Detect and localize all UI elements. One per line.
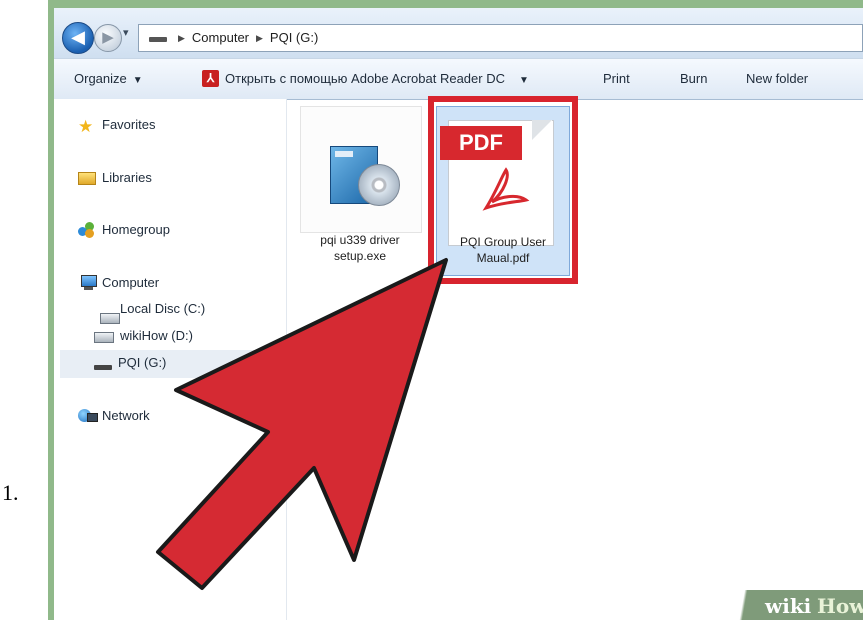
pointer-arrow-icon	[156, 258, 448, 590]
wikihow-watermark: wiki How	[731, 590, 863, 620]
watermark-wiki: wiki	[765, 594, 812, 618]
explorer-screenshot: ◀ ▶ ▾ ▶ Computer ▶ PQI (G:) Organize ▼ ⅄ Отк…	[48, 0, 863, 620]
watermark-how: How	[817, 594, 863, 618]
step-number: 1.	[2, 480, 19, 505]
explorer-window: ◀ ▶ ▾ ▶ Computer ▶ PQI (G:) Organize ▼ ⅄ Отк…	[54, 8, 863, 620]
